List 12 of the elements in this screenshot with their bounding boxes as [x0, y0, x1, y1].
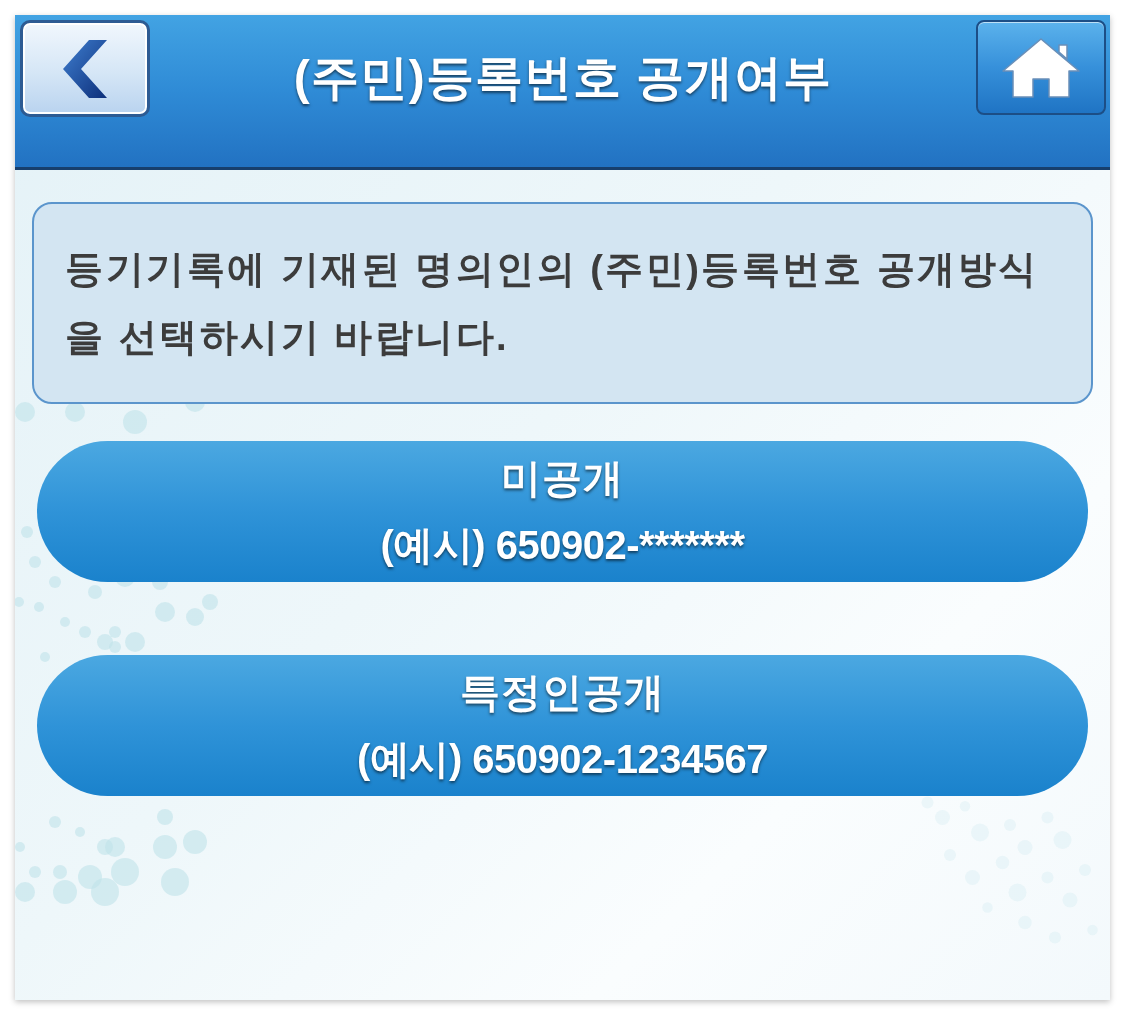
option-example: (예시) 650902-******* — [380, 521, 745, 569]
option-example: (예시) 650902-1234567 — [357, 735, 768, 783]
chevron-left-icon — [61, 39, 109, 98]
option-button[interactable]: 특정인공개 (예시) 650902-1234567 — [37, 655, 1088, 796]
option-label: 특정인공개 — [460, 668, 665, 716]
page-title: (주민)등록번호 공개여부 — [293, 50, 833, 106]
option-button[interactable]: 미공개 (예시) 650902-******* — [37, 441, 1088, 582]
home-button[interactable] — [976, 20, 1106, 115]
notice-text: 등기기록에 기재된 명의인의 (주민)등록번호 공개방식을 선택하시기 바랍니다. — [65, 247, 1040, 360]
option-label: 미공개 — [501, 454, 624, 502]
home-icon — [1001, 36, 1081, 99]
back-button[interactable] — [20, 20, 150, 117]
